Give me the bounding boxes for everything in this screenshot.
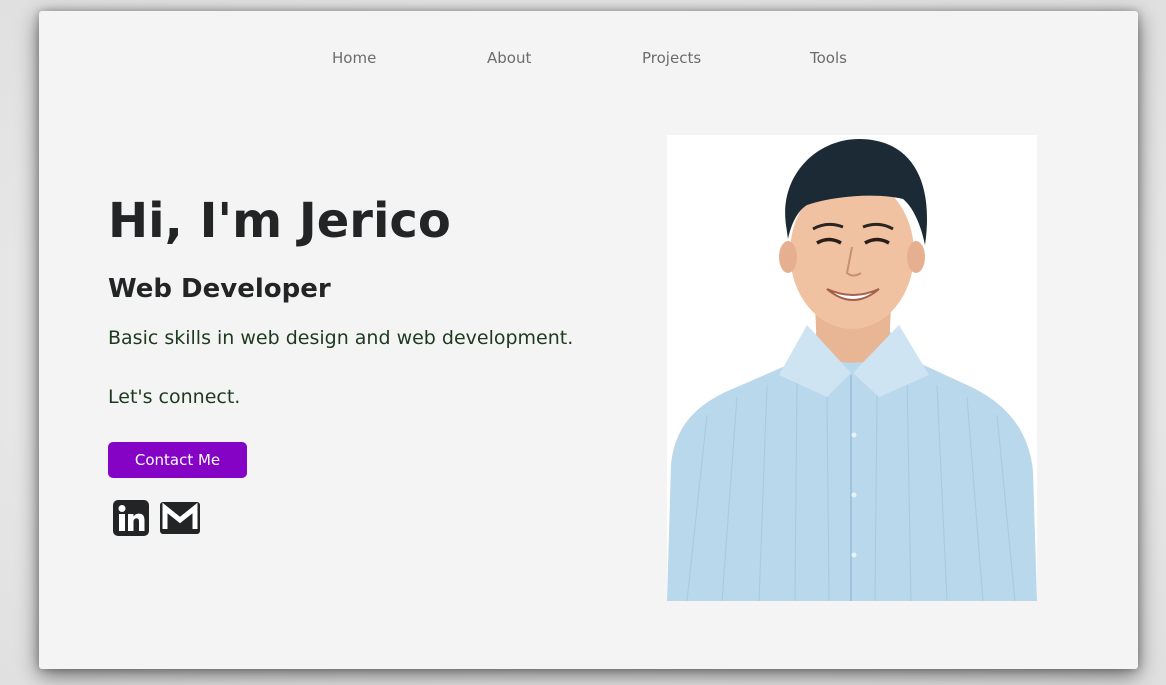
profile-photo (667, 135, 1037, 601)
nav-link-projects[interactable]: Projects (642, 49, 701, 67)
browser-page: Home About Projects Tools Hi, I'm Jerico… (39, 11, 1138, 669)
gmail-icon (160, 502, 200, 534)
nav-link-about[interactable]: About (487, 49, 531, 67)
hero-title: Hi, I'm Jerico (108, 193, 451, 249)
top-nav: Home About Projects Tools (39, 49, 1138, 73)
linkedin-icon (113, 500, 149, 536)
linkedin-link[interactable] (112, 499, 150, 537)
nav-link-home[interactable]: Home (332, 49, 376, 67)
contact-me-button[interactable]: Contact Me (108, 442, 247, 478)
hero-section: Hi, I'm Jerico Web Developer Basic skill… (108, 191, 608, 537)
gmail-link[interactable] (160, 499, 200, 537)
hero-description: Basic skills in web design and web devel… (108, 327, 574, 349)
nav-link-tools[interactable]: Tools (810, 49, 847, 67)
hero-call-to-action: Let's connect. (108, 386, 241, 408)
social-links (108, 499, 608, 537)
hero-subtitle: Web Developer (108, 274, 331, 304)
